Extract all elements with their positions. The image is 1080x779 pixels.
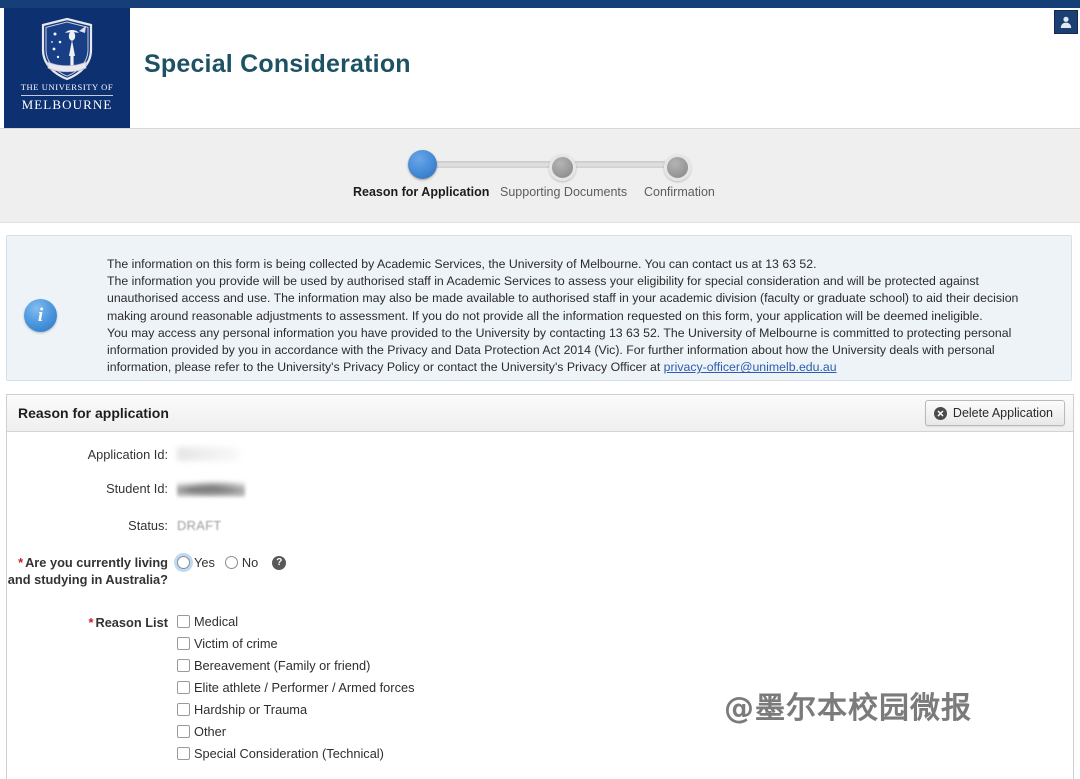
progress-stepper: Reason for Application Supporting Docume…	[350, 147, 730, 207]
checkbox-label-hardship-or-trauma: Hardship or Trauma	[194, 702, 308, 717]
list-item[interactable]: Hardship or Trauma	[177, 702, 414, 717]
checkbox-other[interactable]	[177, 725, 190, 738]
radio-no[interactable]	[224, 556, 238, 569]
info-line-7-text: information, please refer to the Univers…	[107, 360, 664, 375]
checkbox-label-special-consideration-technical: Special Consideration (Technical)	[194, 746, 384, 761]
university-logo[interactable]: THE UNIVERSITY OF MELBOURNE	[4, 8, 130, 128]
list-item[interactable]: Victim of crime	[177, 636, 414, 651]
page-title: Special Consideration	[144, 50, 411, 78]
checkbox-label-victim-of-crime: Victim of crime	[194, 636, 278, 651]
privacy-info-panel: i The information on this form is being …	[6, 235, 1072, 381]
user-account-button[interactable]	[1054, 10, 1078, 34]
info-line-1: The information on this form is being co…	[107, 257, 817, 271]
status-badge: DRAFT	[177, 518, 222, 533]
stepper-label-2: Supporting Documents	[500, 185, 628, 199]
radio-yes-label: Yes	[194, 555, 215, 570]
list-item[interactable]: Medical	[177, 614, 414, 629]
radio-yes[interactable]	[177, 556, 190, 569]
stepper-dot-2[interactable]	[549, 154, 576, 181]
question-mark-icon[interactable]: ?	[272, 555, 287, 570]
field-row-australia-question: * Are you currently living and studying i…	[7, 554, 1073, 588]
reason-list-options: Medical Victim of crime Bereavement (Fam…	[177, 614, 414, 768]
field-row-student-id: Student Id:	[7, 480, 1073, 501]
page-header: THE UNIVERSITY OF MELBOURNE Special Cons…	[0, 8, 1080, 129]
application-id-value	[177, 446, 239, 464]
stepper-dot-1[interactable]	[408, 150, 437, 179]
stepper-label-1: Reason for Application	[353, 185, 490, 199]
checkbox-medical[interactable]	[177, 615, 190, 628]
checkbox-label-bereavement: Bereavement (Family or friend)	[194, 658, 371, 673]
close-circle-icon	[933, 406, 947, 420]
australia-question-text: Are you currently living and studying in…	[7, 555, 168, 587]
student-id-redacted	[177, 480, 245, 497]
privacy-officer-email-link[interactable]: privacy-officer@unimelb.edu.au	[664, 360, 837, 374]
info-line-7: information, please refer to the Univers…	[107, 359, 1057, 376]
field-row-reason-list: * Reason List Medical Victim of crime Ber…	[7, 614, 1073, 768]
panel-title: Reason for application	[18, 405, 169, 421]
checkbox-hardship-or-trauma[interactable]	[177, 703, 190, 716]
privacy-info-text: The information on this form is being co…	[107, 256, 1057, 376]
list-item[interactable]: Other	[177, 724, 414, 739]
panel-body: Application Id: Student Id: Status: DRAF…	[7, 432, 1073, 768]
reason-for-application-panel: Reason for application Delete Applicatio…	[6, 394, 1074, 779]
checkbox-label-medical: Medical	[194, 614, 239, 629]
field-row-status: Status: DRAFT	[7, 517, 1073, 534]
info-line-4: making around reasonable adjustments to …	[107, 308, 983, 323]
required-marker: *	[18, 555, 24, 570]
progress-stepper-band: Reason for Application Supporting Docume…	[0, 129, 1080, 223]
list-item[interactable]: Bereavement (Family or friend)	[177, 658, 414, 673]
reason-list-text: Reason List	[95, 615, 168, 630]
checkbox-label-other: Other	[194, 724, 227, 739]
checkbox-bereavement[interactable]	[177, 659, 190, 672]
checkbox-label-elite-athlete: Elite athlete / Performer / Armed forces	[194, 680, 415, 695]
logo-line-melbourne: MELBOURNE	[21, 96, 113, 112]
user-icon	[1060, 16, 1072, 28]
top-bar-fill	[0, 0, 1080, 8]
info-line-5: You may access any personal information …	[107, 325, 1012, 340]
status-label: Status:	[128, 518, 168, 533]
australia-radio-group: Yes No ?	[177, 554, 287, 570]
australia-question-label: * Are you currently living and studying i…	[7, 554, 177, 588]
list-item[interactable]: Elite athlete / Performer / Armed forces	[177, 680, 414, 695]
checkbox-special-consideration-technical[interactable]	[177, 747, 190, 760]
info-icon: i	[24, 299, 57, 332]
application-id-label: Application Id:	[87, 447, 168, 462]
checkbox-elite-athlete[interactable]	[177, 681, 190, 694]
radio-no-label: No	[241, 555, 259, 570]
required-marker: *	[88, 615, 94, 630]
list-item[interactable]: Special Consideration (Technical)	[177, 746, 414, 761]
university-crest-icon	[41, 17, 93, 81]
stepper-dot-3[interactable]	[664, 154, 691, 181]
reason-list-label: * Reason List	[7, 614, 177, 631]
checkbox-victim-of-crime[interactable]	[177, 637, 190, 650]
stepper-track	[412, 161, 667, 168]
delete-application-button[interactable]: Delete Application	[924, 400, 1065, 426]
top-bar	[0, 0, 1080, 8]
delete-application-label: Delete Application	[952, 406, 1053, 420]
student-id-value	[177, 480, 245, 501]
stepper-label-3: Confirmation	[644, 185, 715, 199]
application-id-redacted	[177, 447, 239, 461]
logo-line-university: THE UNIVERSITY OF	[20, 82, 114, 96]
student-id-label: Student Id:	[106, 481, 168, 496]
info-line-2: The information you provide will be used…	[107, 274, 979, 289]
info-line-6: information provided by you in accordanc…	[107, 343, 995, 358]
panel-header: Reason for application Delete Applicatio…	[7, 395, 1073, 432]
field-row-application-id: Application Id:	[7, 446, 1073, 464]
info-line-3: unauthorised access and use. The informa…	[107, 291, 1019, 306]
